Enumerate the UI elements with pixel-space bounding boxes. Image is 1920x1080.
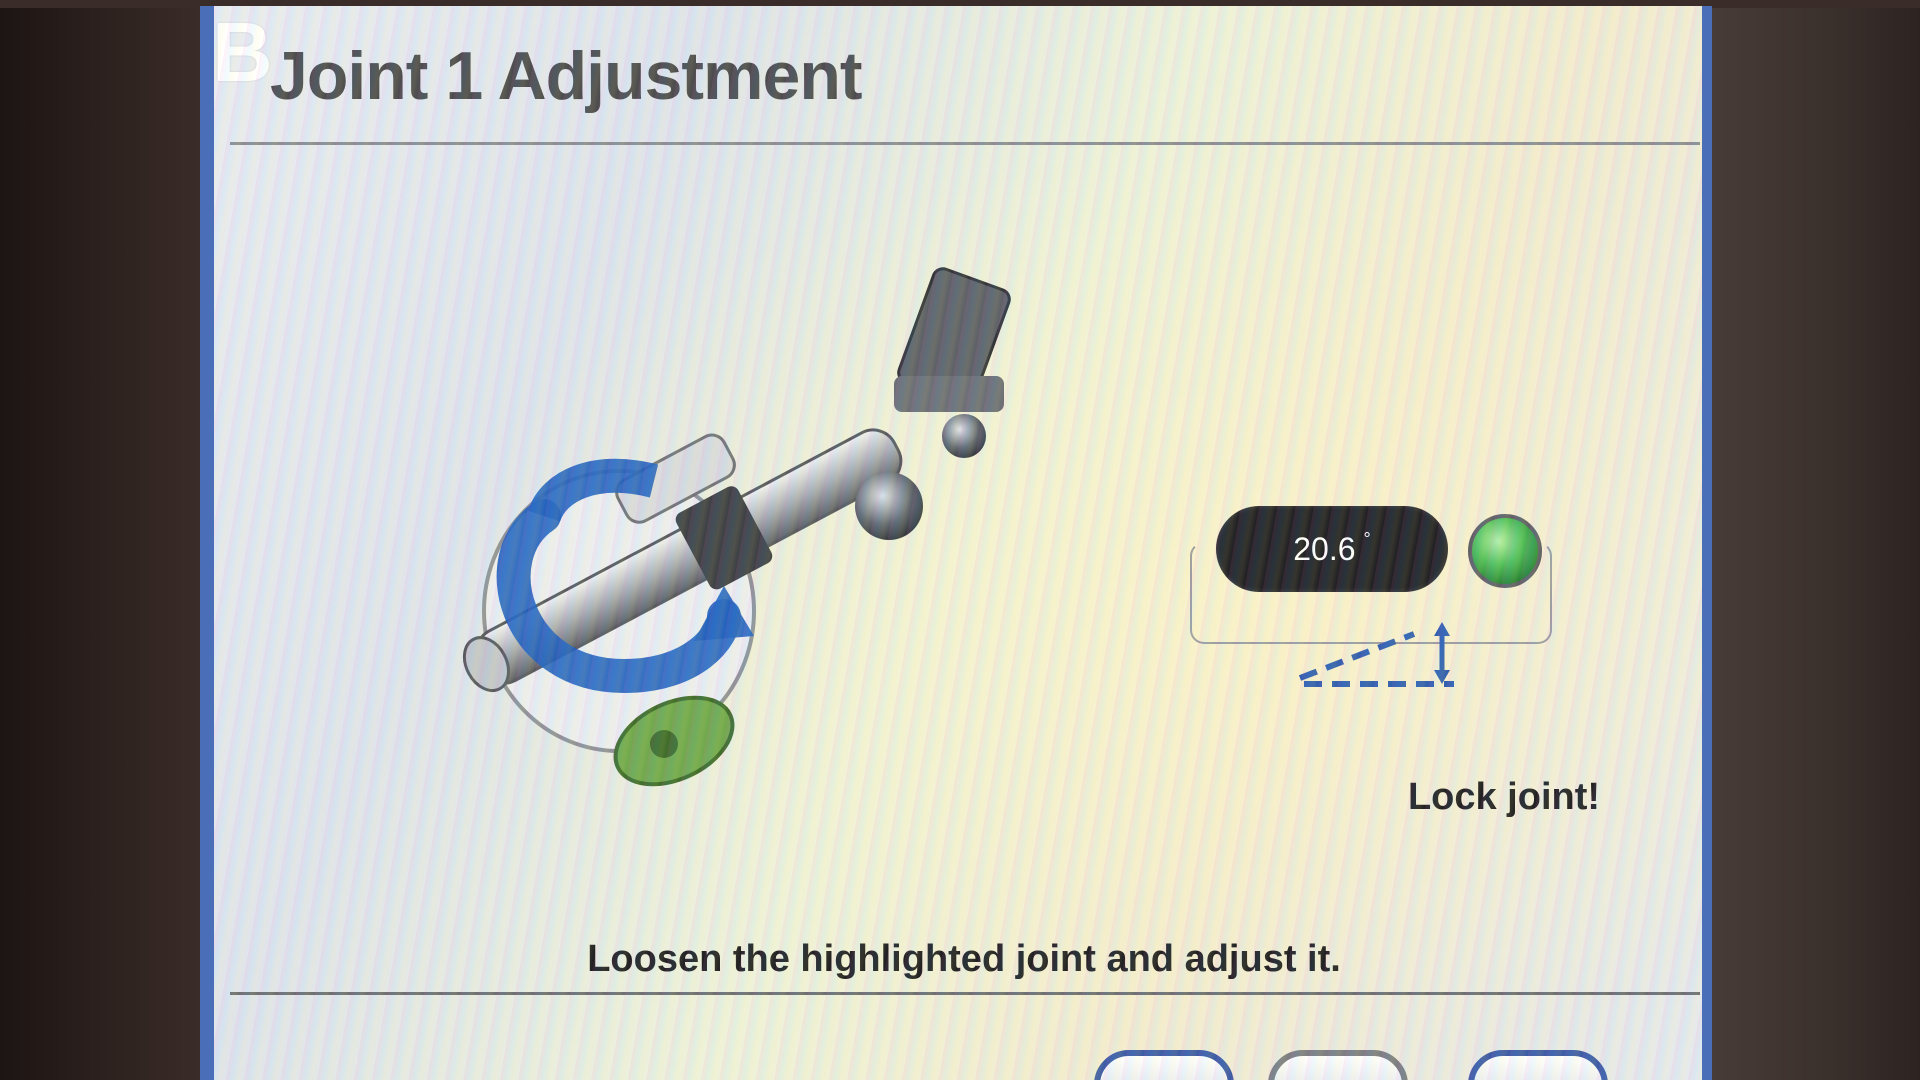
- proceed-button[interactable]: [1268, 1050, 1408, 1080]
- footer-divider: [230, 992, 1700, 995]
- step-letter: B: [212, 6, 273, 99]
- joint-illustration: [462, 267, 1011, 787]
- cancel-button[interactable]: [1468, 1050, 1608, 1080]
- instruction-text: Loosen the highlighted joint and adjust …: [587, 938, 1341, 980]
- angle-readout: 20.6 °: [1216, 506, 1448, 592]
- angle-icon: [1298, 622, 1454, 687]
- monitor-bezel-right: [1690, 0, 1920, 1080]
- page-title: Joint 1 Adjustment: [270, 38, 863, 114]
- status-indicator-icon: [1468, 514, 1542, 588]
- status-message: Lock joint!: [1407, 776, 1601, 818]
- header-divider: [230, 142, 1700, 145]
- angle-value: 20.6: [1293, 530, 1356, 567]
- ball-joint: [855, 472, 923, 540]
- wizard-screen: B Joint 1 Adjustment 20.6 ° Lock joint! …: [200, 6, 1712, 1080]
- angle-unit: °: [1363, 528, 1371, 549]
- monitor-bezel-left: [0, 0, 200, 1080]
- back-button[interactable]: [1094, 1050, 1234, 1080]
